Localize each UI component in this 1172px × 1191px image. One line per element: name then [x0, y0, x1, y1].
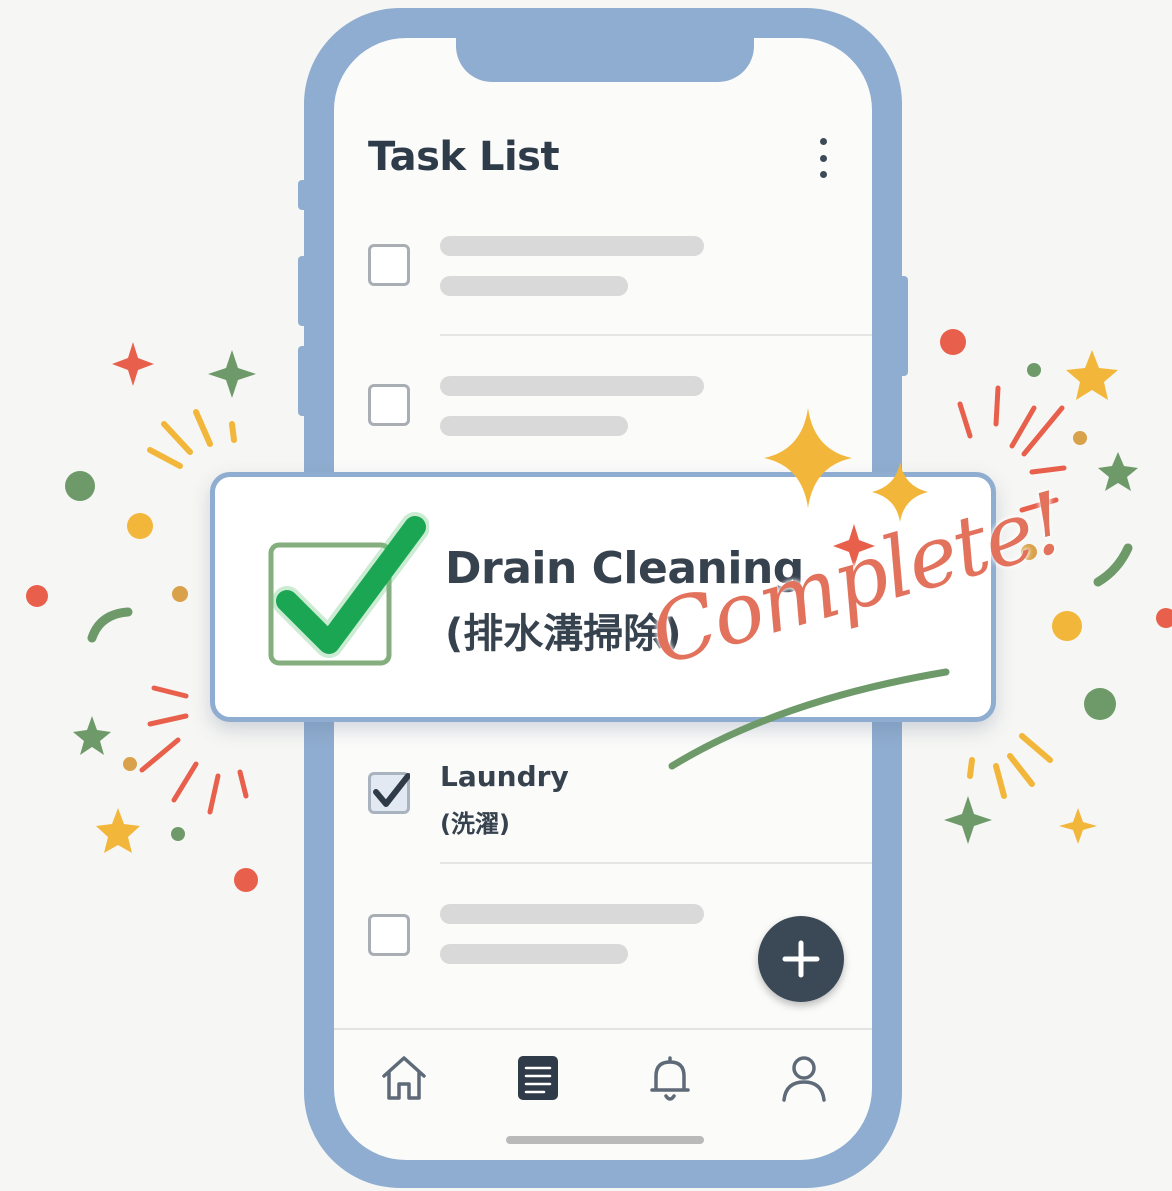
- nav-profile[interactable]: [776, 1050, 832, 1106]
- row-divider: [440, 862, 872, 864]
- task-title-placeholder: [440, 376, 704, 396]
- task-title: Laundry: [440, 760, 569, 793]
- task-subtitle-placeholder: [440, 416, 628, 436]
- task-title-placeholder: [440, 236, 704, 256]
- task-checkbox-checked[interactable]: [368, 772, 410, 814]
- task-checkbox[interactable]: [368, 244, 410, 286]
- add-task-button[interactable]: [758, 916, 844, 1002]
- phone-notch: [456, 38, 754, 82]
- nav-tasks[interactable]: [510, 1050, 566, 1106]
- nav-home[interactable]: [376, 1050, 432, 1106]
- bell-icon: [650, 1056, 690, 1101]
- task-row[interactable]: [334, 228, 872, 368]
- task-checkbox[interactable]: [368, 914, 410, 956]
- phone-side-button: [298, 180, 308, 210]
- task-list-icon: [518, 1056, 558, 1100]
- page-title: Task List: [368, 134, 560, 180]
- task-checkbox[interactable]: [368, 384, 410, 426]
- phone-volume-up-button: [298, 256, 308, 326]
- plus-icon: [782, 940, 820, 978]
- phone-power-button: [898, 276, 908, 376]
- task-subtitle-placeholder: [440, 276, 628, 296]
- large-checkmark-icon: [268, 512, 429, 666]
- user-icon: [782, 1056, 826, 1102]
- task-title-placeholder: [440, 904, 704, 924]
- nav-notifications[interactable]: [642, 1050, 698, 1106]
- phone-volume-down-button: [298, 346, 308, 416]
- row-divider: [440, 334, 872, 336]
- home-indicator: [506, 1136, 704, 1144]
- task-subtitle: (洗濯): [440, 810, 510, 838]
- checkmark-icon: [373, 773, 410, 807]
- home-icon: [382, 1056, 426, 1100]
- celebration-scene: Task List Laundry (洗濯) Drain Cleaning (排…: [0, 0, 1172, 1191]
- bottom-nav-divider: [334, 1028, 872, 1030]
- task-subtitle-placeholder: [440, 944, 628, 964]
- more-options-icon[interactable]: [810, 136, 836, 180]
- task-row-laundry[interactable]: [334, 728, 872, 868]
